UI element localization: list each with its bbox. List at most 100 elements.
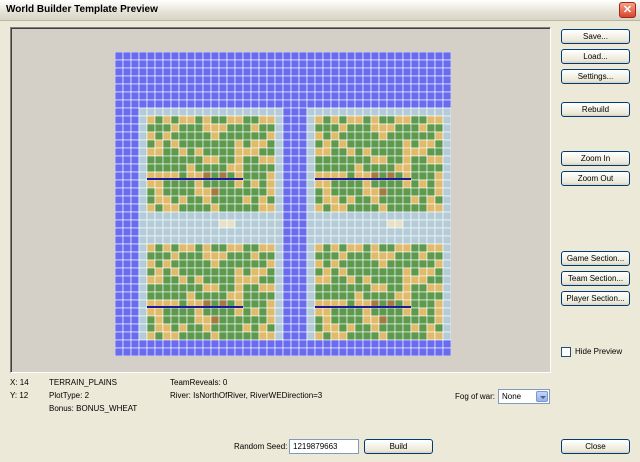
map-tile[interactable]	[274, 291, 284, 301]
map-tile[interactable]	[402, 139, 412, 149]
map-tile[interactable]	[290, 147, 300, 157]
map-tile[interactable]	[346, 115, 356, 125]
map-tile[interactable]	[122, 291, 132, 301]
map-tile[interactable]	[402, 99, 412, 109]
map-tile[interactable]	[402, 187, 412, 197]
map-tile[interactable]	[442, 219, 451, 229]
map-tile[interactable]	[322, 163, 332, 173]
map-tile[interactable]	[266, 83, 276, 93]
map-tile[interactable]	[250, 339, 260, 349]
map-tile[interactable]	[370, 227, 380, 237]
map-tile[interactable]	[194, 195, 204, 205]
map-tile[interactable]	[314, 187, 324, 197]
map-tile[interactable]	[402, 259, 412, 269]
map-tile[interactable]	[402, 235, 412, 245]
map-tile[interactable]	[202, 139, 212, 149]
map-tile[interactable]	[226, 107, 236, 117]
map-tile[interactable]	[338, 211, 348, 221]
map-tile[interactable]	[218, 235, 228, 245]
map-tile[interactable]	[442, 339, 451, 349]
map-tile[interactable]	[130, 339, 140, 349]
map-tile[interactable]	[122, 123, 132, 133]
map-tile[interactable]	[434, 131, 444, 141]
map-tile[interactable]	[194, 267, 204, 277]
map-tile[interactable]	[130, 323, 140, 333]
map-tile[interactable]	[426, 187, 436, 197]
map-tile[interactable]	[386, 187, 396, 197]
map-tile[interactable]	[314, 52, 324, 61]
map-tile[interactable]	[418, 259, 428, 269]
map-tile[interactable]	[162, 347, 172, 356]
map-tile[interactable]	[266, 339, 276, 349]
map-tile[interactable]	[402, 75, 412, 85]
map-tile[interactable]	[306, 139, 316, 149]
map-tile[interactable]	[186, 339, 196, 349]
map-tile[interactable]	[170, 179, 180, 189]
map-tile[interactable]	[290, 331, 300, 341]
map-tile[interactable]	[322, 59, 332, 69]
map-tile[interactable]	[338, 219, 348, 229]
map-tile[interactable]	[274, 67, 284, 77]
map-tile[interactable]	[274, 211, 284, 221]
map-tile[interactable]	[298, 203, 308, 213]
map-tile[interactable]	[210, 99, 220, 109]
map-tile[interactable]	[202, 243, 212, 253]
map-tile[interactable]	[298, 283, 308, 293]
map-tile[interactable]	[338, 52, 348, 61]
map-tile[interactable]	[162, 147, 172, 157]
map-tile[interactable]	[122, 299, 132, 309]
map-tile[interactable]	[298, 171, 308, 181]
map-tile[interactable]	[266, 315, 276, 325]
map-tile[interactable]	[330, 155, 340, 165]
map-tile[interactable]	[282, 179, 292, 189]
map-tile[interactable]	[258, 323, 268, 333]
map-tile[interactable]	[434, 99, 444, 109]
map-tile[interactable]	[178, 52, 188, 61]
map-tile[interactable]	[250, 139, 260, 149]
map-tile[interactable]	[330, 339, 340, 349]
map-tile[interactable]	[298, 179, 308, 189]
map-tile[interactable]	[194, 75, 204, 85]
map-tile[interactable]	[130, 107, 140, 117]
map-tile[interactable]	[170, 83, 180, 93]
map-tile[interactable]	[418, 251, 428, 261]
map-tile[interactable]	[226, 323, 236, 333]
map-tile[interactable]	[306, 83, 316, 93]
map-tile[interactable]	[354, 331, 364, 341]
map-tile[interactable]	[418, 323, 428, 333]
map-tile[interactable]	[234, 275, 244, 285]
map-tile[interactable]	[130, 171, 140, 181]
map-tile[interactable]	[130, 163, 140, 173]
map-tile[interactable]	[314, 107, 324, 117]
map-tile[interactable]	[298, 91, 308, 101]
map-tile[interactable]	[210, 155, 220, 165]
map-tile[interactable]	[354, 139, 364, 149]
map-tile[interactable]	[154, 283, 164, 293]
map-tile[interactable]	[290, 275, 300, 285]
map-tile[interactable]	[146, 339, 156, 349]
map-tile[interactable]	[186, 315, 196, 325]
map-tile[interactable]	[234, 67, 244, 77]
map-tile[interactable]	[186, 227, 196, 237]
map-tile[interactable]	[290, 219, 300, 229]
map-tile[interactable]	[266, 107, 276, 117]
map-tile[interactable]	[170, 163, 180, 173]
map-tile[interactable]	[426, 299, 436, 309]
map-tile[interactable]	[234, 331, 244, 341]
map-tile[interactable]	[154, 139, 164, 149]
map-tile[interactable]	[218, 339, 228, 349]
map-tile[interactable]	[410, 91, 420, 101]
map-tile[interactable]	[290, 339, 300, 349]
map-tile[interactable]	[194, 251, 204, 261]
map-tile[interactable]	[122, 331, 132, 341]
map-tile[interactable]	[426, 203, 436, 213]
chevron-down-icon[interactable]	[536, 391, 548, 402]
map-tile[interactable]	[218, 243, 228, 253]
map-tile[interactable]	[338, 91, 348, 101]
map-tile[interactable]	[194, 291, 204, 301]
map-tile[interactable]	[146, 227, 156, 237]
map-tile[interactable]	[402, 283, 412, 293]
map-tile[interactable]	[378, 147, 388, 157]
load-button[interactable]: Load...	[561, 49, 630, 64]
map-tile[interactable]	[314, 75, 324, 85]
